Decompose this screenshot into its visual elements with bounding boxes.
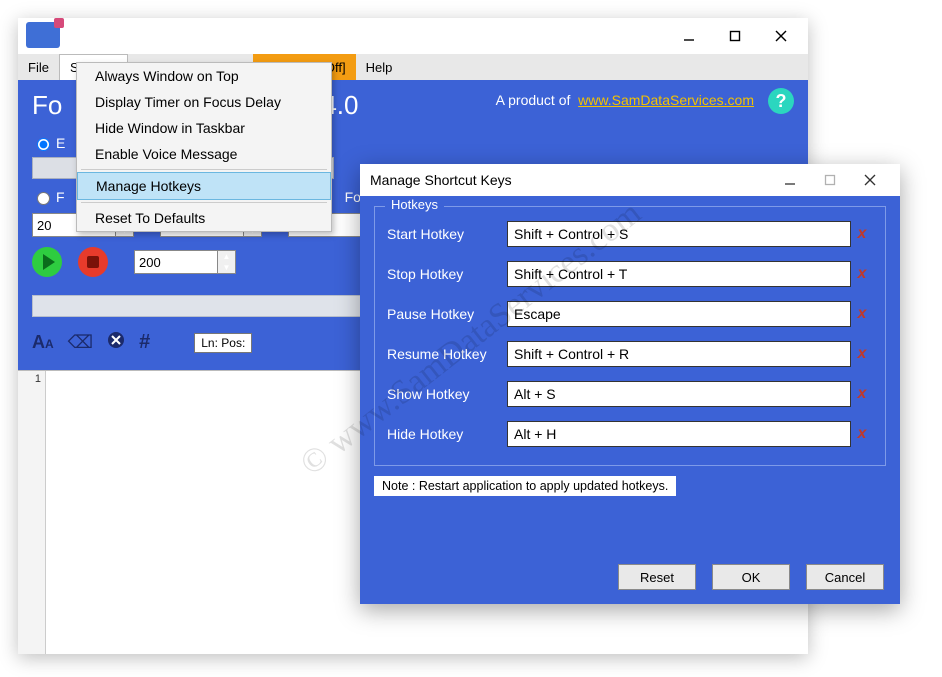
hotkey-label: Resume Hotkey xyxy=(387,346,507,362)
delete-hotkey-icon[interactable]: x xyxy=(851,385,873,403)
hotkey-row-resume: Resume Hotkey x xyxy=(387,341,873,367)
pause-hotkey-input[interactable] xyxy=(507,301,851,327)
dialog-close-button[interactable] xyxy=(850,166,890,194)
hotkey-row-start: Start Hotkey x xyxy=(387,221,873,247)
settings-separator xyxy=(81,169,327,170)
settings-item-hide-taskbar[interactable]: Hide Window in Taskbar xyxy=(77,115,331,141)
maximize-button[interactable] xyxy=(712,21,758,51)
help-icon[interactable]: ? xyxy=(768,88,794,114)
manage-hotkeys-dialog: Manage Shortcut Keys Hotkeys Start Hotke… xyxy=(360,164,900,604)
menu-help[interactable]: Help xyxy=(356,54,403,80)
menu-file[interactable]: File xyxy=(18,54,59,80)
hide-hotkey-input[interactable] xyxy=(507,421,851,447)
product-of-label: A product of xyxy=(496,92,571,108)
dialog-button-row: Reset OK Cancel xyxy=(360,556,900,604)
hotkey-row-show: Show Hotkey x xyxy=(387,381,873,407)
spinner-4[interactable]: ▲▼ xyxy=(134,250,236,274)
start-hotkey-input[interactable] xyxy=(507,221,851,247)
settings-separator xyxy=(81,202,327,203)
dialog-titlebar: Manage Shortcut Keys xyxy=(360,164,900,196)
delete-hotkey-icon[interactable]: x xyxy=(851,305,873,323)
font-icon[interactable]: AA xyxy=(32,332,54,353)
settings-item-reset-defaults[interactable]: Reset To Defaults xyxy=(77,205,331,231)
radio-option-2[interactable] xyxy=(37,192,50,205)
delete-hotkey-icon[interactable]: x xyxy=(851,265,873,283)
editor-gutter: 1 xyxy=(18,371,46,654)
product-link[interactable]: www.SamDataServices.com xyxy=(578,92,754,108)
settings-item-always-on-top[interactable]: Always Window on Top xyxy=(77,63,331,89)
hotkey-label: Pause Hotkey xyxy=(387,306,507,322)
dialog-body: Hotkeys Start Hotkey x Stop Hotkey x Pau… xyxy=(360,196,900,556)
hotkey-row-stop: Stop Hotkey x xyxy=(387,261,873,287)
hotkeys-legend: Hotkeys xyxy=(385,197,444,212)
delete-hotkey-icon[interactable]: x xyxy=(851,345,873,363)
hotkey-row-pause: Pause Hotkey x xyxy=(387,301,873,327)
radio-option-2-label: F xyxy=(56,189,65,205)
minimize-button[interactable] xyxy=(666,21,712,51)
radio-option-1[interactable] xyxy=(37,138,50,151)
settings-dropdown: Always Window on Top Display Timer on Fo… xyxy=(76,62,332,232)
hotkey-label: Start Hotkey xyxy=(387,226,507,242)
restart-note: Note : Restart application to apply upda… xyxy=(374,476,676,496)
spinner-4-down[interactable]: ▼ xyxy=(218,262,235,273)
close-button[interactable] xyxy=(758,21,804,51)
app-logo-icon xyxy=(26,22,60,48)
stop-hotkey-input[interactable] xyxy=(507,261,851,287)
hash-icon[interactable]: # xyxy=(139,331,150,354)
dialog-title: Manage Shortcut Keys xyxy=(370,172,512,188)
clear-icon[interactable] xyxy=(107,331,125,354)
product-of: A product of www.SamDataServices.com xyxy=(496,92,754,108)
hotkey-label: Hide Hotkey xyxy=(387,426,507,442)
spinner-4-input[interactable] xyxy=(134,250,218,274)
spinner-4-up[interactable]: ▲ xyxy=(218,251,235,262)
backspace-icon[interactable]: ⌫ xyxy=(68,332,93,353)
line-number: 1 xyxy=(18,373,41,385)
window-titlebar xyxy=(18,18,808,54)
radio-option-1-label: E xyxy=(56,135,65,151)
delete-hotkey-icon[interactable]: x xyxy=(851,225,873,243)
label-fo: Fo xyxy=(345,189,361,205)
hotkey-label: Show Hotkey xyxy=(387,386,507,402)
settings-item-display-timer[interactable]: Display Timer on Focus Delay xyxy=(77,89,331,115)
dialog-minimize-button[interactable] xyxy=(770,166,810,194)
play-button[interactable] xyxy=(32,247,62,277)
dialog-maximize-button xyxy=(810,166,850,194)
cancel-button[interactable]: Cancel xyxy=(806,564,884,590)
delete-hotkey-icon[interactable]: x xyxy=(851,425,873,443)
stop-button[interactable] xyxy=(78,247,108,277)
settings-item-manage-hotkeys[interactable]: Manage Hotkeys xyxy=(77,172,331,200)
show-hotkey-input[interactable] xyxy=(507,381,851,407)
line-position-indicator: Ln: Pos: xyxy=(194,333,252,353)
hotkeys-groupbox: Hotkeys Start Hotkey x Stop Hotkey x Pau… xyxy=(374,206,886,466)
hotkey-label: Stop Hotkey xyxy=(387,266,507,282)
resume-hotkey-input[interactable] xyxy=(507,341,851,367)
app-title-left: Fo xyxy=(32,90,62,121)
ok-button[interactable]: OK xyxy=(712,564,790,590)
reset-button[interactable]: Reset xyxy=(618,564,696,590)
settings-item-voice-message[interactable]: Enable Voice Message xyxy=(77,141,331,167)
hotkey-row-hide: Hide Hotkey x xyxy=(387,421,873,447)
